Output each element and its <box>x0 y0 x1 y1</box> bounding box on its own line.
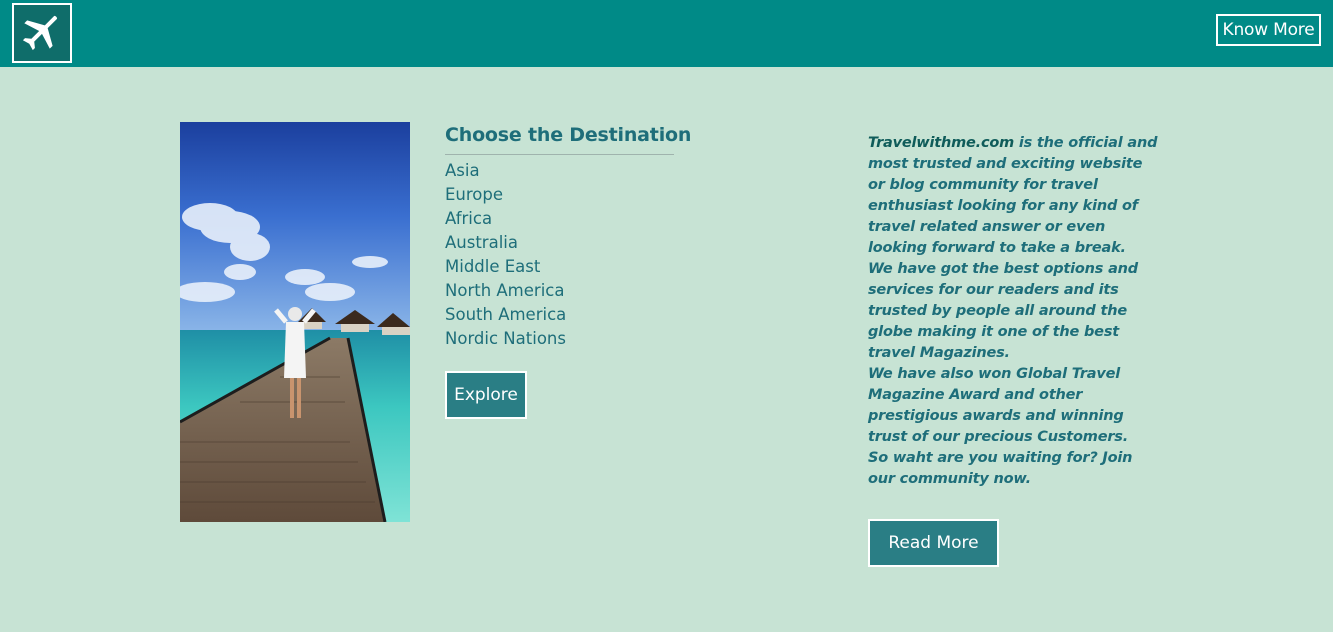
destination-item-south-america[interactable]: South America <box>445 303 685 327</box>
home-logo-button[interactable] <box>12 3 72 63</box>
destination-item-asia[interactable]: Asia <box>445 159 685 183</box>
destination-title: Choose the Destination <box>445 124 691 155</box>
destination-list: Asia Europe Africa Australia Middle East… <box>445 155 685 351</box>
destination-item-australia[interactable]: Australia <box>445 231 685 255</box>
about-paragraph-1: Travelwithme.com is the official and mos… <box>868 133 1158 259</box>
about-paragraph-4: So waht are you waiting for? Join our co… <box>868 450 1133 487</box>
read-more-button[interactable]: Read More <box>868 519 999 567</box>
about-paragraph-2: We have got the best options and service… <box>868 261 1138 361</box>
destination-item-europe[interactable]: Europe <box>445 183 685 207</box>
beach-pier-photo <box>180 122 410 522</box>
destination-item-africa[interactable]: Africa <box>445 207 685 231</box>
destination-item-north-america[interactable]: North America <box>445 279 685 303</box>
destination-item-nordic-nations[interactable]: Nordic Nations <box>445 327 685 351</box>
know-more-button[interactable]: Know More <box>1216 14 1321 46</box>
destination-panel: Choose the Destination Asia Europe Afric… <box>445 124 691 419</box>
about-paragraph-3: We have also won Global Travel Magazine … <box>868 366 1129 445</box>
explore-button[interactable]: Explore <box>445 371 527 419</box>
about-text: Travelwithme.com is the official and mos… <box>868 133 1158 490</box>
top-navbar: Know More <box>0 0 1333 67</box>
about-intro-text: is the official and most trusted and exc… <box>868 135 1158 256</box>
brand-name: Travelwithme.com <box>868 135 1015 151</box>
airplane-icon <box>20 9 64 57</box>
destination-item-middle-east[interactable]: Middle East <box>445 255 685 279</box>
